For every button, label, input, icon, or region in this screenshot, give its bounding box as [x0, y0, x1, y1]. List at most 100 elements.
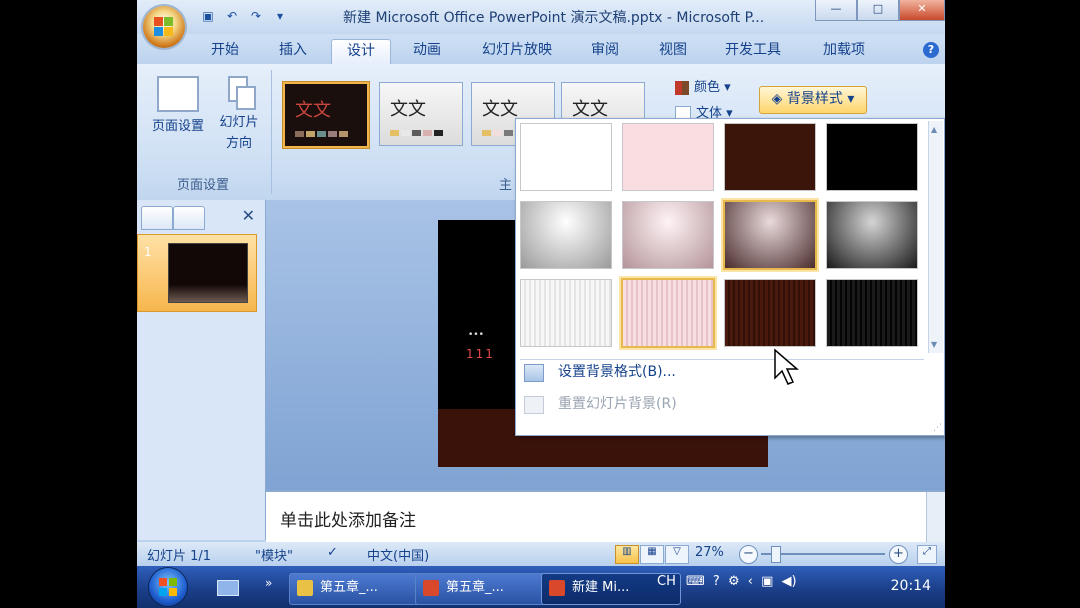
- tab-add-ins[interactable]: 加载项: [809, 39, 879, 64]
- background-styles-button[interactable]: ◈ 背景样式 ▾: [759, 86, 867, 114]
- start-button[interactable]: [149, 568, 187, 606]
- theme-name: "模块": [255, 549, 293, 564]
- pane-tabs: ✕: [137, 204, 265, 230]
- background-styles-gallery: ▲ ▼ 设置背景格式(B)... 重置幻灯片背景(R) ⋰: [515, 118, 945, 436]
- slide-sorter-button[interactable]: ▦: [640, 545, 664, 564]
- notes-scrollbar[interactable]: [926, 492, 945, 544]
- quick-launch-overflow-icon[interactable]: »: [265, 576, 272, 590]
- notes-pane[interactable]: 单击此处添加备注: [266, 490, 945, 544]
- page-setup-button[interactable]: 页面设置: [145, 76, 211, 137]
- minimize-button[interactable]: —: [815, 0, 857, 21]
- powerpoint-window: ▣ ↶ ↷ ▾ 新建 Microsoft Office PowerPoint 演…: [137, 0, 945, 608]
- zoom-slider-thumb[interactable]: [771, 546, 781, 563]
- reset-background-menu-item: 重置幻灯片背景(R): [522, 391, 918, 417]
- bg-style-6[interactable]: [622, 201, 714, 269]
- tab-review[interactable]: 审阅: [577, 39, 633, 64]
- settings-icon[interactable]: ⚙: [728, 574, 740, 589]
- theme-color-strip: [390, 130, 443, 136]
- tab-design[interactable]: 设计: [331, 39, 391, 65]
- bg-style-11[interactable]: [724, 279, 816, 347]
- taskbar-item-label: 第五章_...: [446, 580, 504, 595]
- chevron-left-icon[interactable]: ‹: [748, 574, 753, 589]
- office-logo-icon: [154, 17, 174, 37]
- zoom-level[interactable]: 27%: [695, 545, 724, 560]
- resize-grip-icon[interactable]: ⋰: [933, 423, 942, 433]
- close-button[interactable]: ✕: [899, 0, 945, 21]
- tab-animations[interactable]: 动画: [399, 39, 455, 64]
- taskbar: » 第五章_... 第五章_... 新建 Mi... CH ⌨ ? ⚙ ‹ ▣ …: [137, 566, 945, 608]
- mouse-cursor-icon: [774, 348, 800, 385]
- tab-insert[interactable]: 插入: [265, 39, 321, 64]
- background-styles-label: 背景样式: [786, 91, 843, 107]
- zoom-out-button[interactable]: −: [739, 545, 758, 564]
- bg-style-7-selected[interactable]: [723, 200, 817, 270]
- slide-number: 1: [144, 245, 152, 259]
- slide-text-line1: •••: [468, 330, 484, 340]
- bg-style-10-hover[interactable]: [621, 278, 715, 348]
- bg-style-3[interactable]: [724, 123, 816, 191]
- slides-tab[interactable]: [141, 206, 173, 230]
- clock[interactable]: 20:14: [891, 578, 931, 594]
- slide-thumbnail-selected[interactable]: 1: [137, 234, 257, 312]
- format-background-menu-item[interactable]: 设置背景格式(B)...: [522, 359, 918, 385]
- outline-tab[interactable]: [173, 206, 205, 230]
- bg-style-1[interactable]: [520, 123, 612, 191]
- gallery-scrollbar[interactable]: ▲ ▼: [928, 121, 943, 353]
- help-tray-icon[interactable]: ?: [713, 574, 720, 589]
- redo-icon[interactable]: ↷: [247, 7, 265, 25]
- show-desktop-icon[interactable]: [217, 580, 239, 596]
- colors-button[interactable]: 颜色 ▾: [675, 76, 731, 95]
- status-bar: 幻灯片 1/1 "模块" ✓ 中文(中国) ▥ ▦ ▽ 27% − + ⤢: [137, 542, 945, 566]
- page-setup-icon: [157, 76, 199, 112]
- theme-thumbnail[interactable]: 文文: [379, 82, 463, 146]
- tab-developer[interactable]: 开发工具: [711, 39, 795, 64]
- office-button[interactable]: [143, 6, 185, 48]
- notes-placeholder: 单击此处添加备注: [280, 511, 416, 531]
- maximize-button[interactable]: □: [857, 0, 899, 21]
- scroll-down-icon[interactable]: ▼: [931, 340, 937, 349]
- slide-thumbnail[interactable]: [168, 243, 248, 303]
- page-setup-group-label: 页面设置: [177, 178, 230, 193]
- bg-style-2[interactable]: [622, 123, 714, 191]
- bg-style-8[interactable]: [826, 201, 918, 269]
- slide-count: 幻灯片 1/1: [147, 549, 212, 564]
- undo-icon[interactable]: ↶: [223, 7, 241, 25]
- keyboard-icon[interactable]: ⌨: [686, 574, 705, 589]
- network-icon[interactable]: ▣: [761, 574, 773, 589]
- bg-style-5[interactable]: [520, 201, 612, 269]
- fit-to-window-button[interactable]: ⤢: [917, 545, 937, 564]
- window-controls: — □ ✕: [815, 0, 945, 21]
- close-pane-icon[interactable]: ✕: [242, 206, 255, 225]
- normal-view-button[interactable]: ▥: [615, 545, 639, 564]
- background-styles-icon: ◈: [771, 91, 783, 107]
- slide-orientation-icon: [222, 76, 256, 110]
- theme-thumbnail[interactable]: 文文: [283, 82, 369, 148]
- format-background-label: 设置背景格式(B)...: [558, 364, 676, 380]
- themes-group-label: 主: [499, 178, 513, 193]
- page-setup-label: 页面设置: [151, 119, 204, 134]
- slideshow-view-button[interactable]: ▽: [665, 545, 689, 564]
- help-icon[interactable]: ?: [923, 42, 939, 58]
- customize-qat-icon[interactable]: ▾: [271, 7, 289, 25]
- bg-style-12[interactable]: [826, 279, 918, 347]
- tab-view[interactable]: 视图: [645, 39, 701, 64]
- powerpoint-icon: [423, 580, 439, 596]
- title-bar: ▣ ↶ ↷ ▾ 新建 Microsoft Office PowerPoint 演…: [137, 0, 945, 34]
- save-icon[interactable]: ▣: [199, 7, 217, 25]
- bg-style-4[interactable]: [826, 123, 918, 191]
- theme-text: 文文: [295, 100, 331, 121]
- slide-orientation-label: 幻灯片: [219, 115, 259, 130]
- input-language[interactable]: CH: [657, 574, 676, 589]
- spellcheck-icon[interactable]: ✓: [327, 545, 338, 560]
- volume-icon[interactable]: ◀): [782, 574, 797, 589]
- tab-slide-show[interactable]: 幻灯片放映: [467, 39, 567, 64]
- taskbar-item-ppt1[interactable]: 第五章_...: [415, 573, 549, 605]
- taskbar-item-doc1[interactable]: 第五章_...: [289, 573, 423, 605]
- slide-orientation-button[interactable]: 幻灯片 方向: [213, 76, 265, 154]
- zoom-in-button[interactable]: +: [889, 545, 908, 564]
- tab-home[interactable]: 开始: [197, 39, 253, 64]
- taskbar-item-label: 新建 Mi...: [572, 580, 630, 595]
- bg-style-9[interactable]: [520, 279, 612, 347]
- scroll-up-icon[interactable]: ▲: [931, 125, 937, 134]
- theme-text: 文文: [390, 99, 426, 120]
